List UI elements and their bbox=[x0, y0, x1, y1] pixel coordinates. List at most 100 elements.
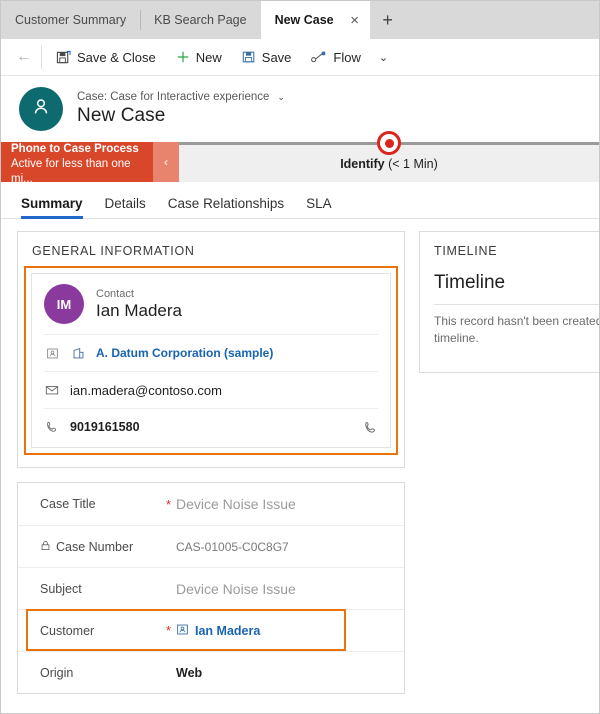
command-bar-divider bbox=[41, 45, 42, 69]
record-subtitle-row: Case: Case for Interactive experience ⌄ bbox=[77, 91, 285, 103]
field-value: Web bbox=[176, 665, 203, 680]
envelope-icon bbox=[44, 383, 60, 397]
general-information-header: GENERAL INFORMATION bbox=[32, 244, 195, 258]
browser-tab-new-case[interactable]: New Case bbox=[260, 1, 340, 39]
process-status: Active for less than one mi... bbox=[11, 157, 131, 185]
stage-duration: (< 1 Min) bbox=[388, 156, 438, 171]
browser-tab-label: KB Search Page bbox=[154, 13, 247, 27]
tab-summary[interactable]: Summary bbox=[21, 196, 83, 219]
phone-icon bbox=[44, 420, 60, 434]
field-label-text: Case Number bbox=[56, 539, 134, 554]
contact-email-value: ian.madera@contoso.com bbox=[70, 382, 222, 398]
field-row-customer[interactable]: Customer * Ian Madera bbox=[18, 609, 404, 651]
field-value-link[interactable]: Ian Madera bbox=[176, 623, 260, 639]
timeline-title: Timeline bbox=[434, 272, 506, 293]
flow-label: Flow bbox=[333, 49, 361, 65]
tab-label: Case Relationships bbox=[167, 196, 285, 211]
form-tab-bar: Summary Details Case Relationships SLA bbox=[1, 182, 599, 219]
tab-sla[interactable]: SLA bbox=[306, 196, 332, 218]
stage-label: Identify bbox=[340, 156, 385, 171]
case-form-window: Customer Summary KB Search Page New Case… bbox=[0, 0, 600, 714]
record-subtitle: Case: Case for Interactive experience bbox=[77, 91, 270, 103]
phone-call-icon[interactable] bbox=[362, 420, 378, 435]
browser-tab-customer-summary[interactable]: Customer Summary bbox=[1, 1, 141, 39]
timeline-empty-line-1: This record hasn't been created yet. bbox=[434, 314, 600, 328]
chevron-down-icon[interactable]: ⌄ bbox=[277, 92, 285, 103]
field-row-subject[interactable]: Subject Device Noise Issue bbox=[18, 567, 404, 609]
process-name-banner[interactable]: Phone to Case Process Active for less th… bbox=[1, 142, 153, 185]
field-label: Subject bbox=[40, 582, 166, 596]
business-process-flow-bar: Phone to Case Process Active for less th… bbox=[1, 131, 599, 185]
field-label-text: Origin bbox=[40, 665, 74, 680]
browser-tab-kb-search-page[interactable]: KB Search Page bbox=[140, 1, 261, 39]
field-row-case-title[interactable]: Case Title * Device Noise Issue bbox=[18, 483, 404, 525]
person-icon bbox=[30, 96, 52, 123]
save-button[interactable]: Save bbox=[232, 39, 302, 75]
field-label: Case Number bbox=[40, 540, 166, 554]
contact-phone-value: 9019161580 bbox=[70, 420, 140, 434]
new-label: New bbox=[195, 49, 222, 65]
close-icon[interactable]: × bbox=[339, 1, 370, 39]
browser-tab-strip: Customer Summary KB Search Page New Case… bbox=[1, 1, 599, 39]
stage-label-group: Identify (< 1 Min) bbox=[340, 157, 438, 171]
contact-identity-row: IM Contact Ian Madera bbox=[44, 284, 378, 334]
field-label: Customer bbox=[40, 624, 166, 638]
new-tab-icon[interactable]: + bbox=[370, 1, 406, 39]
process-name: Phone to Case Process bbox=[11, 142, 139, 155]
tab-strip-filler bbox=[405, 1, 599, 39]
browser-tab-label: New Case bbox=[274, 13, 334, 27]
tab-label: SLA bbox=[306, 196, 332, 211]
field-value: CAS-01005-C0C8G7 bbox=[176, 539, 289, 554]
stage-marker-icon bbox=[377, 131, 401, 155]
browser-tab-label: Customer Summary bbox=[15, 13, 127, 27]
contact-entity-label: Contact bbox=[96, 287, 134, 300]
plus-icon bbox=[176, 50, 190, 64]
flow-button[interactable]: Flow bbox=[301, 39, 370, 75]
timeline-section-header: TIMELINE bbox=[434, 244, 498, 258]
command-bar: ← Save & Close New Save Flow ⌄ bbox=[1, 39, 599, 76]
contact-avatar: IM bbox=[44, 284, 84, 324]
account-icon bbox=[70, 347, 86, 360]
tab-case-relationships[interactable]: Case Relationships bbox=[168, 196, 284, 218]
field-label-text: Customer bbox=[40, 623, 95, 638]
record-header: Case: Case for Interactive experience ⌄ … bbox=[1, 76, 599, 142]
contact-quick-view-highlight: IM Contact Ian Madera A. Datum Corporati… bbox=[24, 266, 398, 455]
flow-icon bbox=[311, 50, 327, 64]
back-arrow-icon[interactable]: ← bbox=[7, 39, 41, 75]
record-header-text: Case: Case for Interactive experience ⌄ … bbox=[77, 91, 285, 127]
field-label: Case Title bbox=[40, 497, 166, 511]
save-icon bbox=[242, 50, 256, 64]
field-label: Origin bbox=[40, 666, 166, 680]
contact-account-row[interactable]: A. Datum Corporation (sample) bbox=[44, 334, 378, 371]
save-label: Save bbox=[261, 49, 292, 65]
contact-name: Ian Madera bbox=[96, 300, 182, 320]
save-and-close-label: Save & Close bbox=[77, 49, 156, 65]
avatar bbox=[19, 87, 63, 131]
case-fields-card: Case Title * Device Noise Issue Case Num… bbox=[17, 482, 405, 694]
save-and-close-button[interactable]: Save & Close bbox=[46, 39, 166, 75]
field-row-origin[interactable]: Origin Web bbox=[18, 651, 404, 693]
lock-icon bbox=[40, 540, 51, 554]
contact-card-icon bbox=[176, 623, 189, 639]
customer-name: Ian Madera bbox=[195, 623, 261, 638]
field-value: Device Noise Issue bbox=[176, 580, 296, 597]
required-indicator: * bbox=[166, 623, 172, 638]
required-indicator: * bbox=[166, 496, 172, 512]
contact-email-row[interactable]: ian.madera@contoso.com bbox=[44, 371, 378, 408]
timeline-card: TIMELINE Timeline This record hasn't bee… bbox=[419, 231, 600, 373]
new-button[interactable]: New bbox=[166, 39, 232, 75]
contact-phone-row[interactable]: 9019161580 bbox=[44, 408, 378, 445]
process-collapse-button[interactable]: ‹ bbox=[153, 142, 179, 182]
chevron-down-icon[interactable]: ⌄ bbox=[371, 39, 396, 75]
field-row-case-number: Case Number CAS-01005-C0C8G7 bbox=[18, 525, 404, 567]
field-value: Device Noise Issue bbox=[176, 496, 296, 512]
contact-quick-view-card: IM Contact Ian Madera A. Datum Corporati… bbox=[31, 273, 391, 448]
account-name-link[interactable]: A. Datum Corporation (sample) bbox=[96, 346, 273, 360]
tab-details[interactable]: Details bbox=[105, 196, 146, 218]
field-label-text: Subject bbox=[40, 581, 82, 596]
form-body: GENERAL INFORMATION IM Contact Ian Mader… bbox=[1, 219, 600, 694]
general-information-card: GENERAL INFORMATION IM Contact Ian Mader… bbox=[17, 231, 405, 468]
save-and-close-icon bbox=[56, 50, 71, 65]
field-label-text: Case Title bbox=[40, 497, 96, 511]
process-stage-identify[interactable]: Identify (< 1 Min) bbox=[179, 131, 599, 182]
